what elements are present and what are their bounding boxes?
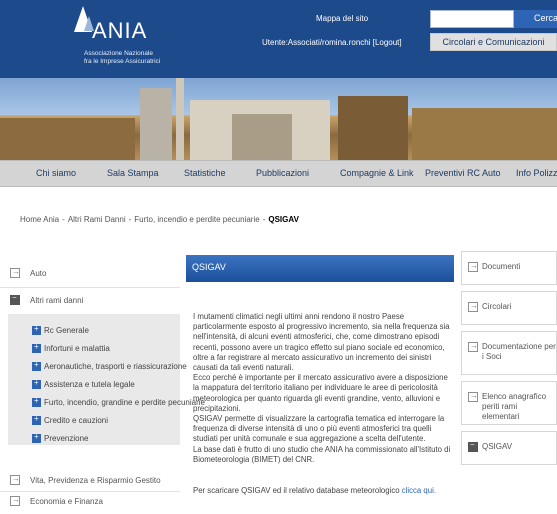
search-button[interactable]: Cerca bbox=[514, 10, 557, 28]
submenu-item-prevenzione[interactable]: Prevenzione bbox=[32, 432, 89, 443]
right-item-qsigav[interactable]: QSIGAV bbox=[461, 431, 557, 465]
expand-arrow-icon bbox=[10, 474, 20, 485]
submenu-item-assistenza[interactable]: Assistenza e tutela legale bbox=[32, 378, 135, 389]
breadcrumb-separator: - bbox=[262, 215, 266, 224]
download-link[interactable]: clicca qui. bbox=[402, 486, 436, 495]
content-body: I mutamenti climatici negli ultimi anni … bbox=[193, 312, 451, 465]
expand-arrow-icon bbox=[468, 301, 478, 312]
plus-square-icon bbox=[32, 324, 41, 335]
plus-square-icon bbox=[32, 360, 41, 371]
download-line: Per scaricare QSIGAV ed il relativo data… bbox=[193, 486, 436, 495]
right-item-label: Documenti bbox=[482, 262, 521, 271]
collapse-minus-icon bbox=[468, 440, 478, 452]
right-item-label: Circolari bbox=[482, 302, 512, 311]
breadcrumb-altri-rami[interactable]: Altri Rami Danni bbox=[68, 215, 126, 224]
breadcrumb-separator: - bbox=[128, 215, 132, 224]
left-item-label: Economia e Finanza bbox=[30, 497, 103, 506]
banner-building-mid bbox=[338, 96, 408, 160]
submenu-item-infortuni[interactable]: Infortuni e malattia bbox=[32, 342, 110, 353]
logo-subtitle: Associazione Nazionale fra le Imprese As… bbox=[84, 50, 184, 66]
logo-subtitle-line-1: Associazione Nazionale bbox=[84, 50, 154, 57]
logo-subtitle-line-2: fra le Imprese Assicuratrici bbox=[84, 58, 161, 65]
content-header: QSIGAV bbox=[186, 255, 454, 282]
nav-item-chi-siamo[interactable]: Chi siamo bbox=[36, 168, 76, 178]
collapse-minus-icon bbox=[10, 293, 20, 305]
right-item-elenco-periti[interactable]: Elenco anagrafico periti rami elementari bbox=[461, 381, 557, 425]
banner-entrance bbox=[232, 114, 292, 160]
breadcrumb-current: QSIGAV bbox=[268, 215, 299, 224]
paragraph-2: Ecco perché è importante per il mercato … bbox=[193, 373, 448, 413]
divider bbox=[0, 491, 180, 492]
left-item-label: Auto bbox=[30, 269, 47, 278]
nav-item-pubblicazioni[interactable]: Pubblicazioni bbox=[256, 168, 309, 178]
banner-arch bbox=[140, 88, 172, 160]
milan-banner-image bbox=[0, 78, 557, 160]
paragraph-3: QSIGAV permette di visualizzare la carto… bbox=[193, 414, 445, 444]
expand-arrow-icon bbox=[468, 391, 478, 402]
plus-square-icon bbox=[32, 414, 41, 425]
right-item-label: Elenco anagrafico periti rami elementari bbox=[482, 392, 547, 421]
logo-text: ANIA bbox=[92, 18, 148, 43]
submenu-item-label: Aeronautiche, trasporti e riassicurazion… bbox=[44, 362, 187, 371]
submenu-item-label: Credito e cauzioni bbox=[44, 416, 109, 425]
paragraph-4: La base dati è frutto di uno studio che … bbox=[193, 444, 451, 464]
expand-arrow-icon bbox=[468, 261, 478, 272]
altri-rami-submenu: Rc Generale Infortuni e malattia Aeronau… bbox=[8, 314, 205, 445]
circolari-button[interactable]: Circolari e Comunicazioni bbox=[430, 33, 557, 51]
plus-square-icon bbox=[32, 396, 41, 407]
banner-building-left bbox=[0, 118, 135, 160]
submenu-item-aeronautiche[interactable]: Aeronautiche, trasporti e riassicurazion… bbox=[32, 360, 187, 371]
submenu-item-label: Furto, incendio, grandine e perdite pecu… bbox=[44, 398, 205, 407]
site-header: ANIA Associazione Nazionale fra le Impre… bbox=[0, 0, 557, 78]
banner-building-right bbox=[412, 108, 557, 160]
left-item-label: Altri rami danni bbox=[30, 296, 84, 305]
submenu-item-label: Prevenzione bbox=[44, 434, 89, 443]
expand-arrow-icon bbox=[468, 341, 478, 352]
nav-item-info-polizze[interactable]: Info Polizze bbox=[516, 168, 557, 178]
breadcrumb-separator: - bbox=[62, 215, 65, 224]
nav-item-sala-stampa[interactable]: Sala Stampa bbox=[107, 168, 159, 178]
plus-square-icon bbox=[32, 378, 41, 389]
submenu-item-label: Infortuni e malattia bbox=[44, 344, 110, 353]
ania-logo[interactable]: ANIA Associazione Nazionale fra le Impre… bbox=[62, 6, 182, 72]
expand-arrow-icon bbox=[10, 495, 20, 506]
plus-square-icon bbox=[32, 432, 41, 443]
right-item-label: Documentazione per i Soci bbox=[482, 342, 556, 361]
page-title: QSIGAV bbox=[192, 262, 226, 272]
breadcrumb-furto[interactable]: Furto, incendio e perdite pecuniarie bbox=[134, 215, 259, 224]
right-item-documenti[interactable]: Documenti bbox=[461, 251, 557, 285]
divider bbox=[0, 287, 180, 288]
nav-item-preventivi-rc-auto[interactable]: Preventivi RC Auto bbox=[425, 168, 501, 178]
nav-item-statistiche[interactable]: Statistiche bbox=[184, 168, 226, 178]
download-text: Per scaricare QSIGAV ed il relativo data… bbox=[193, 486, 400, 495]
right-item-circolari[interactable]: Circolari bbox=[461, 291, 557, 325]
search-input[interactable] bbox=[430, 10, 514, 28]
sitemap-link[interactable]: Mappa del sito bbox=[316, 14, 368, 23]
banner-column bbox=[176, 78, 184, 160]
submenu-item-rc-generale[interactable]: Rc Generale bbox=[32, 324, 89, 335]
nav-item-compagnie-link[interactable]: Compagnie & Link bbox=[340, 168, 414, 178]
left-item-label: Vita, Previdenza e Risparmio Gestito bbox=[30, 476, 161, 485]
breadcrumb: Home Ania - Altri Rami Danni - Furto, incend… bbox=[20, 215, 299, 224]
paragraph-1: I mutamenti climatici negli ultimi anni … bbox=[193, 312, 450, 373]
user-logout-link[interactable]: Utente:Associati/romina.ronchi [Logout] bbox=[262, 38, 402, 47]
expand-arrow-icon bbox=[10, 267, 20, 278]
submenu-item-label: Assistenza e tutela legale bbox=[44, 380, 135, 389]
main-nav: Chi siamo Sala Stampa Statistiche Pubbli… bbox=[0, 160, 557, 187]
right-item-documentazione-soci[interactable]: Documentazione per i Soci bbox=[461, 331, 557, 375]
submenu-item-furto[interactable]: Furto, incendio, grandine e perdite pecu… bbox=[32, 396, 205, 407]
breadcrumb-home[interactable]: Home Ania bbox=[20, 215, 59, 224]
right-item-label: QSIGAV bbox=[482, 442, 513, 451]
submenu-item-label: Rc Generale bbox=[44, 326, 89, 335]
submenu-item-credito[interactable]: Credito e cauzioni bbox=[32, 414, 109, 425]
plus-square-icon bbox=[32, 342, 41, 353]
